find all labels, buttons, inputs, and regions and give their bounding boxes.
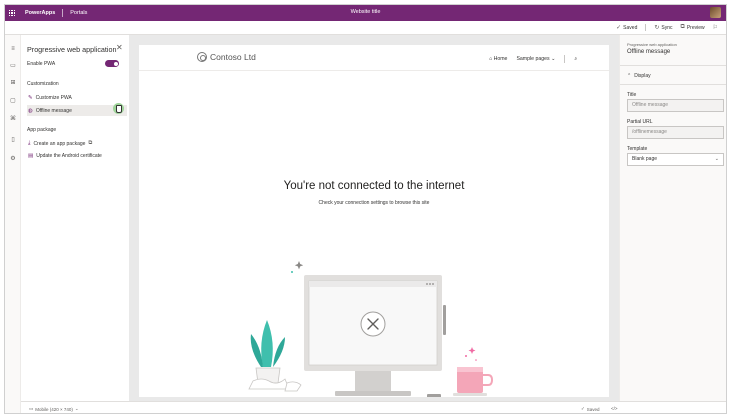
- panel-title: Progressive web application: [27, 45, 117, 54]
- create-app-package-item[interactable]: ⤓ Create an app package ⧉: [27, 138, 127, 149]
- device-label: Mobile (420 × 740): [35, 406, 73, 412]
- data-icon[interactable]: ⌘: [9, 115, 17, 123]
- title-field-label: Title: [627, 92, 637, 98]
- mobile-icon[interactable]: ▯: [9, 136, 17, 144]
- customize-pwa-label: Customize PWA: [35, 94, 72, 101]
- certificate-icon: ▤: [28, 152, 34, 159]
- themes-icon[interactable]: ▢: [9, 97, 17, 105]
- settings-icon[interactable]: ⚙: [9, 155, 17, 163]
- url-field-label: Partial URL: [627, 119, 653, 125]
- mug-illustration: [453, 367, 494, 396]
- left-rail: ≡ ▭ ⊞ ▢ ⌘ ▯ ⚙: [5, 35, 21, 413]
- pencil-icon: ✎: [28, 94, 33, 101]
- website-title: Website title: [350, 9, 381, 15]
- checkmark-icon: ✓: [616, 25, 622, 31]
- device-selector[interactable]: ▭ Mobile (420 × 740) ⌄: [29, 406, 79, 412]
- update-certificate-item[interactable]: ▤ Update the Android certificate: [27, 150, 127, 161]
- sync-button[interactable]: ↻ Sync: [654, 24, 673, 32]
- template-value: Blank page: [632, 156, 658, 162]
- avatar[interactable]: [710, 7, 721, 18]
- preview-button[interactable]: ⧉ Preview: [681, 24, 705, 31]
- command-divider: [645, 24, 647, 31]
- pointer-cursor: [113, 103, 124, 114]
- properties-panel: Progressive web application Offline mess…: [619, 35, 726, 401]
- monitor-illustration: [304, 275, 446, 398]
- create-package-label: Create an app package: [33, 140, 86, 147]
- chevron-down-icon: ⌄: [74, 406, 79, 411]
- offline-message-item[interactable]: ◍ Offline message: [27, 105, 127, 116]
- panel-divider: [620, 65, 726, 66]
- download-icon: ⤓: [28, 140, 31, 146]
- app-brand[interactable]: PowerApps: [19, 10, 55, 16]
- enable-pwa-label: Enable PWA: [27, 61, 56, 67]
- display-section-label: Display: [634, 73, 651, 79]
- breadcrumb: Progressive web application: [627, 42, 677, 47]
- checkmark-icon: ✓: [581, 406, 585, 411]
- saved-status-label: Saved: [586, 406, 600, 412]
- page-preview[interactable]: Contoso Ltd ⌂ Home Sample pages ⌄ ⌕ You'…: [139, 45, 609, 401]
- menu-icon[interactable]: ≡: [9, 45, 17, 53]
- close-icon[interactable]: ✕: [116, 43, 123, 52]
- enable-pwa-toggle[interactable]: [105, 60, 119, 67]
- saved-status: ✓ Saved: [616, 24, 638, 32]
- status-bar: ▭ Mobile (420 × 740) ⌄ ✓ Saved </>: [21, 401, 726, 413]
- app-package-heading: App package: [27, 127, 57, 133]
- template-field-label: Template: [627, 146, 648, 152]
- globe-icon: ◍: [28, 107, 33, 114]
- offline-message-label: Offline message: [35, 107, 72, 114]
- template-select[interactable]: Blank page ⌄: [627, 153, 724, 166]
- header-divider: [62, 9, 64, 17]
- customization-heading: Customization: [27, 81, 59, 87]
- title-field[interactable]: Offline message: [627, 99, 724, 112]
- app-window: PowerApps Portals Website title ✓ Saved …: [4, 4, 727, 414]
- pwa-settings-panel: Progressive web application ✕ Enable PWA…: [21, 35, 129, 401]
- url-field-value: /offlinemessage: [632, 129, 667, 135]
- app-launcher-icon[interactable]: [5, 5, 19, 21]
- properties-title: Offline message: [627, 49, 671, 55]
- command-bar: ✓ Saved ↻ Sync ⧉ Preview ⚐: [5, 21, 726, 35]
- pages-icon[interactable]: ▭: [9, 62, 17, 70]
- chevron-down-icon: ⌄: [714, 156, 719, 162]
- saved-indicator: ✓ Saved: [581, 406, 600, 412]
- components-icon[interactable]: ⊞: [9, 79, 17, 87]
- app-header: PowerApps Portals Website title: [5, 5, 726, 21]
- display-section-toggle[interactable]: ⌃ Display: [627, 73, 651, 79]
- plant-illustration: [248, 320, 302, 392]
- portals-link[interactable]: Portals: [70, 10, 87, 16]
- customize-pwa-item[interactable]: ✎ Customize PWA: [27, 92, 127, 103]
- mobile-device-icon: ▭: [29, 406, 34, 411]
- update-cert-label: Update the Android certificate: [36, 152, 102, 159]
- external-link-icon: ⧉: [88, 140, 93, 146]
- section-divider: [620, 84, 726, 85]
- feedback-icon[interactable]: ⚐: [713, 24, 718, 31]
- sync-icon: ↻: [654, 25, 660, 31]
- code-view-icon[interactable]: </>: [611, 406, 618, 411]
- preview-icon: ⧉: [680, 24, 685, 30]
- offline-illustration: [139, 261, 609, 401]
- title-field-value: Offline message: [632, 102, 669, 108]
- sync-label: Sync: [661, 24, 673, 31]
- partial-url-field[interactable]: /offlinemessage: [627, 126, 724, 139]
- design-canvas: Contoso Ltd ⌂ Home Sample pages ⌄ ⌕ You'…: [129, 35, 619, 401]
- saved-label: Saved: [623, 24, 638, 31]
- preview-label: Preview: [686, 24, 705, 31]
- chevron-up-icon: ⌃: [627, 73, 632, 79]
